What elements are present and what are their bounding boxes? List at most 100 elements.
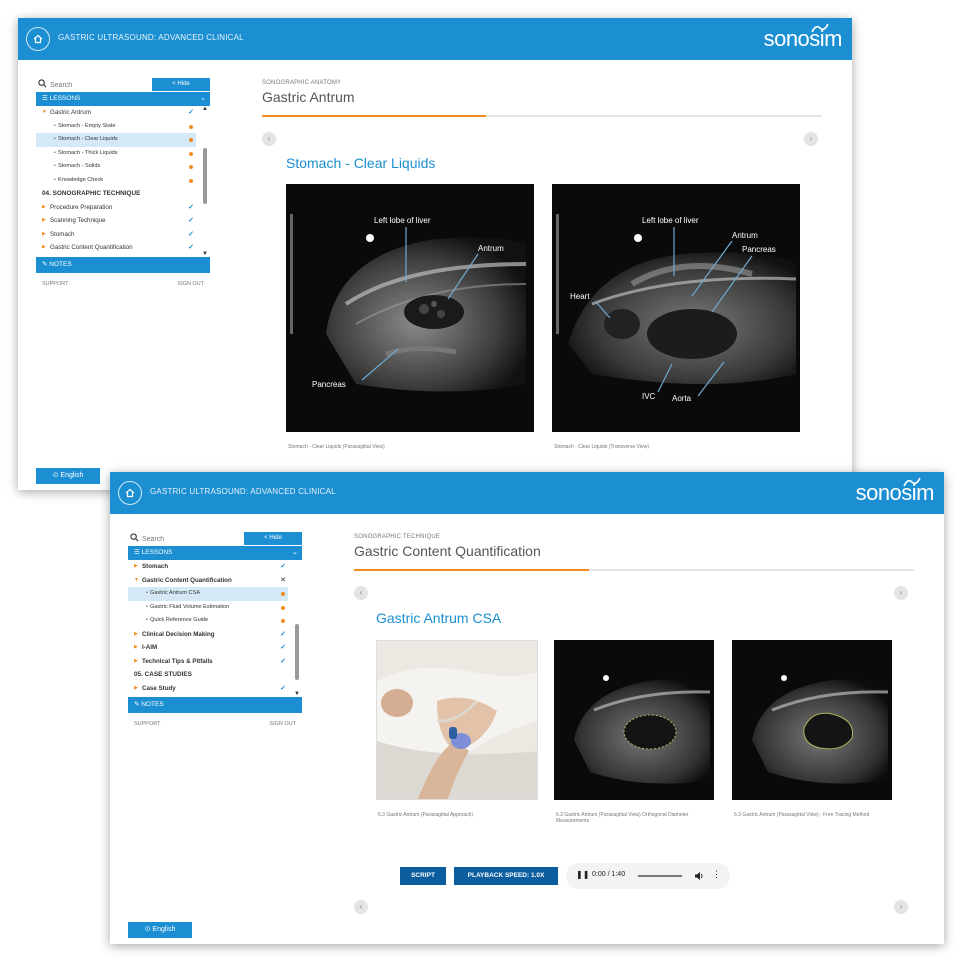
completed-check-icon: ✓ [280,684,286,692]
scanning-position-photo[interactable] [376,640,538,800]
scroll-down-arrow-icon[interactable]: ▼ [202,251,208,257]
home-button[interactable] [118,481,142,505]
bullet-icon: • [146,603,148,610]
audio-player: ❚❚ 0:00 / 1:40 ⋮ [566,863,730,889]
lesson-tree-item[interactable]: • Quick Reference Guide [128,614,288,628]
lesson-tree-item[interactable]: ▶ Stomach ✓ [128,560,288,574]
previous-page-button[interactable]: ‹ [354,586,368,600]
volume-icon[interactable] [694,871,704,881]
section-title: Stomach - Clear Liquids [286,155,436,171]
previous-page-button[interactable]: ‹ [262,132,276,146]
bullet-icon: • [54,149,56,156]
item-label: 05. CASE STUDIES [134,671,192,678]
lesson-tree-item[interactable]: • Gastric Antrum CSA [128,587,288,601]
lesson-tree-item[interactable]: ▶ Stomach ✓ [36,228,196,242]
lesson-tree-item[interactable]: ▶ Scanning Technique ✓ [36,214,196,228]
app-header: GASTRIC ULTRASOUND: ADVANCED CLINICAL so… [110,472,944,514]
lesson-tree-item[interactable]: ▶ Gastric Content Quantification ✓ [36,241,196,255]
lesson-tree-item[interactable]: • Knowledge Check [36,174,196,188]
label-ivc: IVC [642,392,656,401]
search-input[interactable] [142,532,242,546]
breadcrumb: SONOGRAPHIC TECHNIQUE [354,534,441,540]
completed-check-icon: ✓ [188,203,194,211]
notes-button[interactable]: ✎ NOTES [36,256,210,273]
lesson-tree-item[interactable]: • Gastric Fluid Volume Estimation [128,601,288,615]
lesson-tree-item[interactable]: ▶ Procedure Preparation ✓ [36,201,196,215]
search-input[interactable] [50,78,150,92]
lesson-tree-item[interactable]: ▼ Gastric Antrum ✓ [36,106,196,120]
incomplete-dot-icon [281,592,285,596]
scrollbar-thumb[interactable] [203,148,207,204]
next-page-button[interactable]: › [804,132,818,146]
home-button[interactable] [26,27,50,51]
ultrasound-image-free-tracing[interactable] [732,640,892,800]
item-label: Case Study [142,684,176,692]
incomplete-dot-icon [189,178,193,183]
lesson-tree-item[interactable]: • Stomach - Solids [36,160,196,174]
caret-right-icon: ▶ [42,217,46,223]
list-icon: ☰ [134,549,140,556]
item-label: Stomach - Empty State [58,122,116,129]
globe-icon: ⊙ [52,472,59,479]
support-link[interactable]: SUPPORT [134,721,161,727]
image-caption: 6.3 Gastric Antrum (Parasagittal View) O… [556,812,689,824]
scrollbar-thumb[interactable] [295,624,299,680]
hide-sidebar-button[interactable]: < Hide [152,78,210,91]
label-pancreas: Pancreas [312,380,346,389]
next-page-button[interactable]: › [894,586,908,600]
lessons-header[interactable]: ☰ LESSONS ⌄ [128,546,302,560]
chevron-down-icon: ⌄ [292,549,298,556]
notes-button[interactable]: ✎ NOTES [128,697,302,713]
lesson-tree-item[interactable]: ▶ Technical Tips & Pitfalls ✓ [128,655,288,669]
lesson-tree-item[interactable]: ▼ Gastric Content Quantification ✕ [128,574,288,588]
more-options-icon[interactable]: ⋮ [712,869,721,880]
previous-page-button-bottom[interactable]: ‹ [354,900,368,914]
section-heading[interactable]: 05. CASE STUDIES [128,668,288,682]
scrollbar[interactable]: ▼ [294,562,300,697]
scrollbar[interactable]: ▲ ▼ [202,106,208,257]
sign-out-link[interactable]: SIGN OUT [269,721,296,727]
language-button[interactable]: ⊙ English [36,468,100,484]
bullet-icon: • [54,176,56,183]
section-heading[interactable]: 04. SONOGRAPHIC TECHNIQUE [36,187,196,201]
lesson-tree-item[interactable]: • Stomach - Empty State [36,120,196,134]
bullet-icon: • [146,590,148,596]
lesson-tree-item[interactable]: ▶ Clinical Decision Making ✓ [128,628,288,642]
image-caption: 6.3 Gastric Antrum (Parasagittal Approac… [378,812,474,818]
caret-right-icon: ▶ [42,244,46,250]
audio-seek-bar[interactable] [638,875,682,877]
lesson-progress-bar [354,569,914,571]
label-left-lobe-of-liver: Left lobe of liver [374,216,431,225]
incomplete-dot-icon [281,619,285,623]
script-button[interactable]: SCRIPT [400,867,446,885]
language-button[interactable]: ⊙ English [128,922,192,938]
pause-icon[interactable]: ❚❚ [576,870,589,879]
lesson-tree-item[interactable]: • Stomach - Clear Liquids [36,133,196,147]
notes-label: NOTES [49,260,72,268]
item-label: Stomach [50,230,75,238]
incomplete-dot-icon [281,605,285,610]
sign-out-link[interactable]: SIGN OUT [177,281,204,287]
completed-check-icon: ✓ [188,230,194,238]
scroll-up-arrow-icon[interactable]: ▲ [202,106,208,112]
ultrasound-image-parasagittal[interactable]: Left lobe of liver Antrum Pancreas [286,184,534,432]
item-label: Gastric Antrum [50,109,91,116]
scroll-down-arrow-icon[interactable]: ▼ [294,691,300,697]
lessons-header[interactable]: ☰ LESSONS ⌄ [36,92,210,106]
label-aorta: Aorta [672,394,692,403]
ultrasound-image-transverse[interactable]: Left lobe of liver Antrum Pancreas Heart… [552,184,800,432]
logo-wave-icon [902,477,921,487]
next-page-button-bottom[interactable]: › [894,900,908,914]
caret-right-icon: ▶ [134,630,138,637]
support-link[interactable]: SUPPORT [42,281,69,287]
lesson-tree-item[interactable]: ▶ I-AIM ✓ [128,641,288,655]
close-icon[interactable]: ✕ [280,574,286,588]
lesson-tree-item[interactable]: ▶ Case Study ✓ [128,682,288,696]
footer-links: SUPPORT SIGN OUT [128,719,302,733]
hide-sidebar-button[interactable]: < Hide [244,532,302,545]
progress-fill [354,569,590,571]
caret-down-icon: ▼ [134,576,139,583]
ultrasound-image-orthogonal[interactable] [554,640,714,800]
playback-speed-button[interactable]: PLAYBACK SPEED: 1.0X [454,867,558,885]
lesson-tree-item[interactable]: • Stomach - Thick Liquids [36,147,196,161]
